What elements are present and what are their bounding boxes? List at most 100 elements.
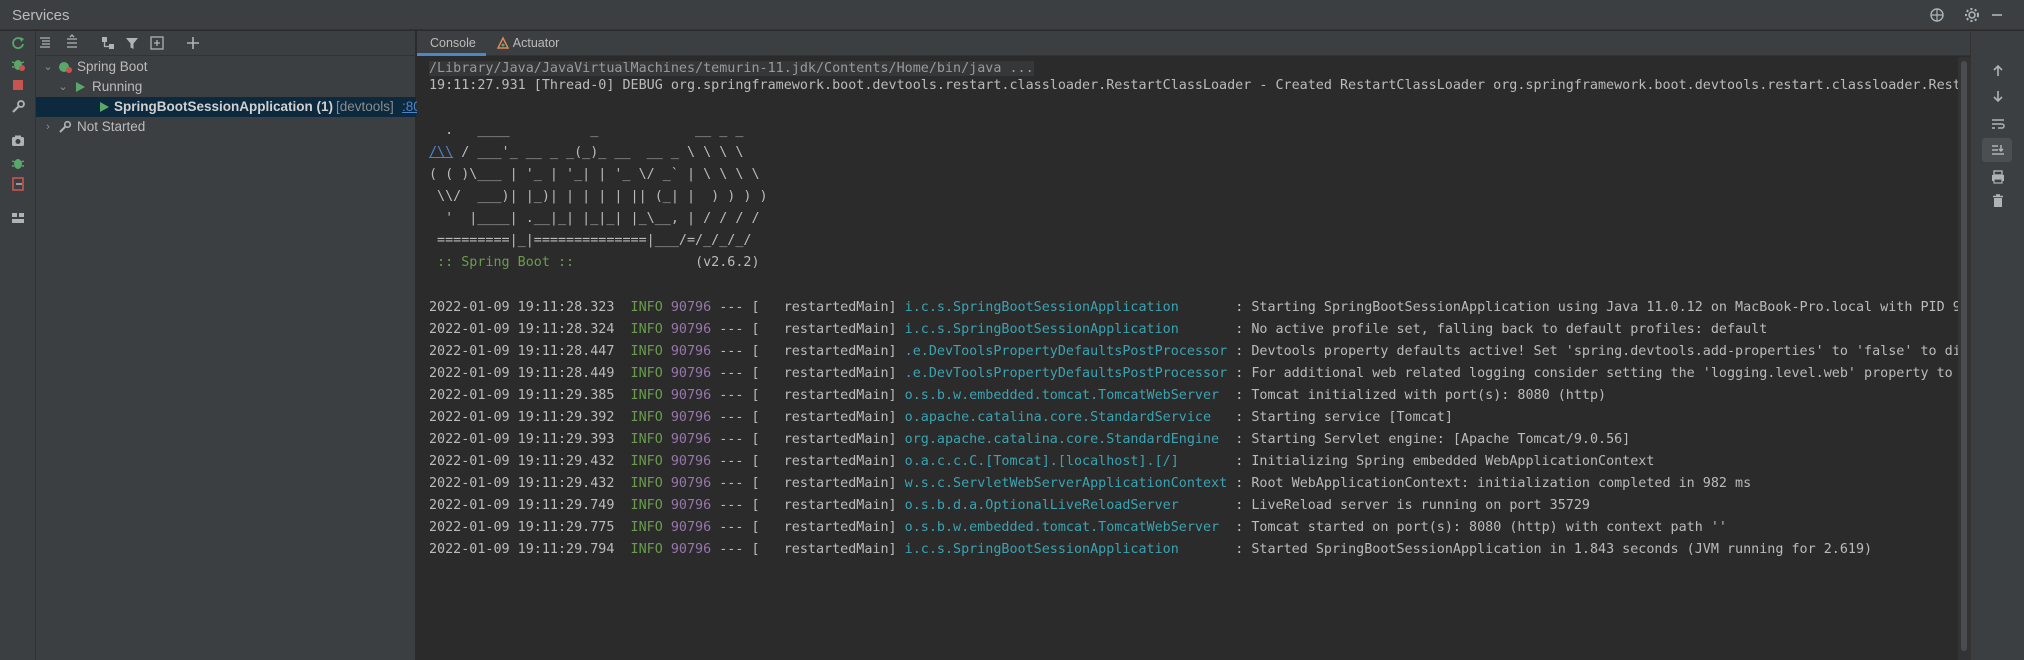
log-level: INFO (630, 454, 671, 469)
tree-node-app[interactable]: SpringBootSessionApplication (1) [devtoo… (36, 97, 421, 117)
log-message: : No active profile set, falling back to… (1227, 322, 1768, 337)
log-line: 2022-01-09 19:11:28.323 INFO 90796 --- [… (429, 299, 1967, 317)
debug-log-line: 19:11:27.931 [Thread-0] DEBUG org.spring… (429, 78, 1967, 93)
log-thread: restartedMain] (767, 300, 897, 315)
log-pid: 90796 (670, 410, 712, 425)
vertical-scrollbar[interactable] (1958, 57, 1970, 660)
log-level: INFO (630, 388, 671, 403)
log-level: INFO (630, 300, 671, 315)
collapse-all-icon[interactable] (63, 34, 81, 52)
log-thread: restartedMain] (767, 454, 897, 469)
log-logger: w.s.c.ServletWebServerApplicationContext (896, 476, 1228, 491)
log-thread: restartedMain] (767, 410, 897, 425)
log-thread: restartedMain] (767, 476, 897, 491)
log-pid: 90796 (670, 344, 712, 359)
soft-wrap-icon[interactable] (1988, 114, 2008, 134)
minimize-icon[interactable] (1988, 6, 2006, 24)
log-level: INFO (630, 542, 671, 557)
clear-all-icon[interactable] (1988, 191, 2008, 211)
expand-all-icon[interactable] (36, 34, 54, 52)
log-logger: .e.DevToolsPropertyDefaultsPostProcessor (896, 366, 1228, 381)
tab-actuator[interactable]: Actuator (496, 31, 559, 56)
scroll-up-icon[interactable] (1988, 61, 2008, 81)
log-separator: --- [ (711, 366, 768, 381)
log-pid: 90796 (670, 322, 712, 337)
banner-link[interactable]: /\\ (429, 145, 453, 160)
tab-console[interactable]: Console (417, 31, 486, 56)
scroll-down-icon[interactable] (1988, 86, 2008, 106)
log-timestamp: 2022-01-09 19:11:29.393 (429, 432, 631, 447)
add-icon[interactable] (184, 34, 202, 52)
log-pid: 90796 (670, 542, 712, 557)
log-pid: 90796 (670, 520, 712, 535)
log-message: : Starting service [Tomcat] (1227, 410, 1453, 425)
layout-icon[interactable] (9, 209, 27, 227)
tree-label-spring-boot: Spring Boot (77, 59, 148, 74)
spring-boot-icon (57, 59, 73, 75)
log-thread: restartedMain] (767, 388, 897, 403)
log-separator: --- [ (711, 476, 768, 491)
log-timestamp: 2022-01-09 19:11:28.323 (429, 300, 631, 315)
actuator-icon (496, 34, 510, 58)
tab-actuator-label: Actuator (512, 36, 560, 50)
tree-node-not-started[interactable]: › Not Started (36, 117, 416, 137)
log-line: 2022-01-09 19:11:29.393 INFO 90796 --- [… (429, 431, 1630, 449)
log-message: : LiveReload server is running on port 3… (1227, 498, 1590, 513)
camera-icon[interactable] (9, 132, 27, 150)
log-pid: 90796 (670, 300, 712, 315)
scroll-to-end-icon[interactable] (1988, 140, 2008, 160)
log-timestamp: 2022-01-09 19:11:29.432 (429, 454, 631, 469)
log-level: INFO (630, 344, 671, 359)
tree-label-not-started: Not Started (77, 119, 146, 134)
log-line: 2022-01-09 19:11:29.385 INFO 90796 --- [… (429, 387, 1606, 405)
log-thread: restartedMain] (767, 432, 897, 447)
log-message: : For additional web related logging con… (1227, 366, 1967, 381)
log-line: 2022-01-09 19:11:29.794 INFO 90796 --- [… (429, 541, 1872, 559)
new-group-icon[interactable] (148, 34, 166, 52)
wrench-icon[interactable] (9, 98, 27, 116)
print-icon[interactable] (1988, 167, 2008, 187)
chevron-down-icon[interactable]: ⌄ (57, 77, 69, 97)
log-logger: i.c.s.SpringBootSessionApplication (896, 300, 1228, 315)
chevron-down-icon[interactable]: ⌄ (42, 57, 54, 77)
stop-icon[interactable] (9, 76, 27, 94)
tree-toolbar (36, 31, 416, 56)
tree-node-running[interactable]: ⌄ Running (36, 77, 416, 97)
globe-icon[interactable] (1928, 6, 1946, 24)
gear-icon[interactable] (1963, 6, 1981, 24)
log-message: : Root WebApplicationContext: initializa… (1227, 476, 1752, 491)
scrollbar-thumb[interactable] (1961, 61, 1967, 651)
run-icon (96, 99, 112, 115)
log-separator: --- [ (711, 498, 768, 513)
log-line: 2022-01-09 19:11:29.775 INFO 90796 --- [… (429, 519, 1727, 537)
group-icon[interactable] (99, 34, 117, 52)
log-logger: o.s.b.w.embedded.tomcat.TomcatWebServer (896, 388, 1228, 403)
bug-icon[interactable] (9, 154, 27, 172)
log-level: INFO (630, 432, 671, 447)
banner-line: ' |____| .__|_| |_|_| |_\__, | / / / / (429, 211, 760, 226)
debug-icon[interactable] (9, 55, 27, 73)
tab-bar: Console Actuator (417, 31, 1970, 56)
log-separator: --- [ (711, 432, 768, 447)
tree-label-running: Running (92, 79, 143, 94)
tree-node-spring-boot[interactable]: ⌄ Spring Boot (36, 57, 416, 77)
filter-icon[interactable] (123, 34, 141, 52)
banner-line: =========|_|==============|___/=/_/_/_/ (429, 233, 752, 248)
log-line: 2022-01-09 19:11:29.432 INFO 90796 --- [… (429, 475, 1751, 493)
log-line: 2022-01-09 19:11:29.432 INFO 90796 --- [… (429, 453, 1654, 471)
console-right-toolbar (1970, 31, 2024, 660)
log-level: INFO (630, 366, 671, 381)
log-logger: o.s.b.w.embedded.tomcat.TomcatWebServer (896, 520, 1228, 535)
log-logger: .e.DevToolsPropertyDefaultsPostProcessor (896, 344, 1228, 359)
log-separator: --- [ (711, 344, 768, 359)
run-icon (72, 79, 88, 95)
log-separator: --- [ (711, 388, 768, 403)
banner-line: ( ( )\___ | '_ | '_| | '_ \/ _` | \ \ \ … (429, 167, 760, 182)
log-separator: --- [ (711, 542, 768, 557)
console-output[interactable]: /Library/Java/JavaVirtualMachines/temuri… (417, 57, 1967, 660)
exit-icon[interactable] (9, 175, 27, 193)
rerun-icon[interactable] (9, 34, 27, 52)
services-tree-panel: ⌄ Spring Boot ⌄ Running SpringBootSessio… (36, 31, 421, 660)
chevron-right-icon[interactable]: › (42, 117, 54, 137)
java-command-line[interactable]: /Library/Java/JavaVirtualMachines/temuri… (429, 60, 1034, 78)
